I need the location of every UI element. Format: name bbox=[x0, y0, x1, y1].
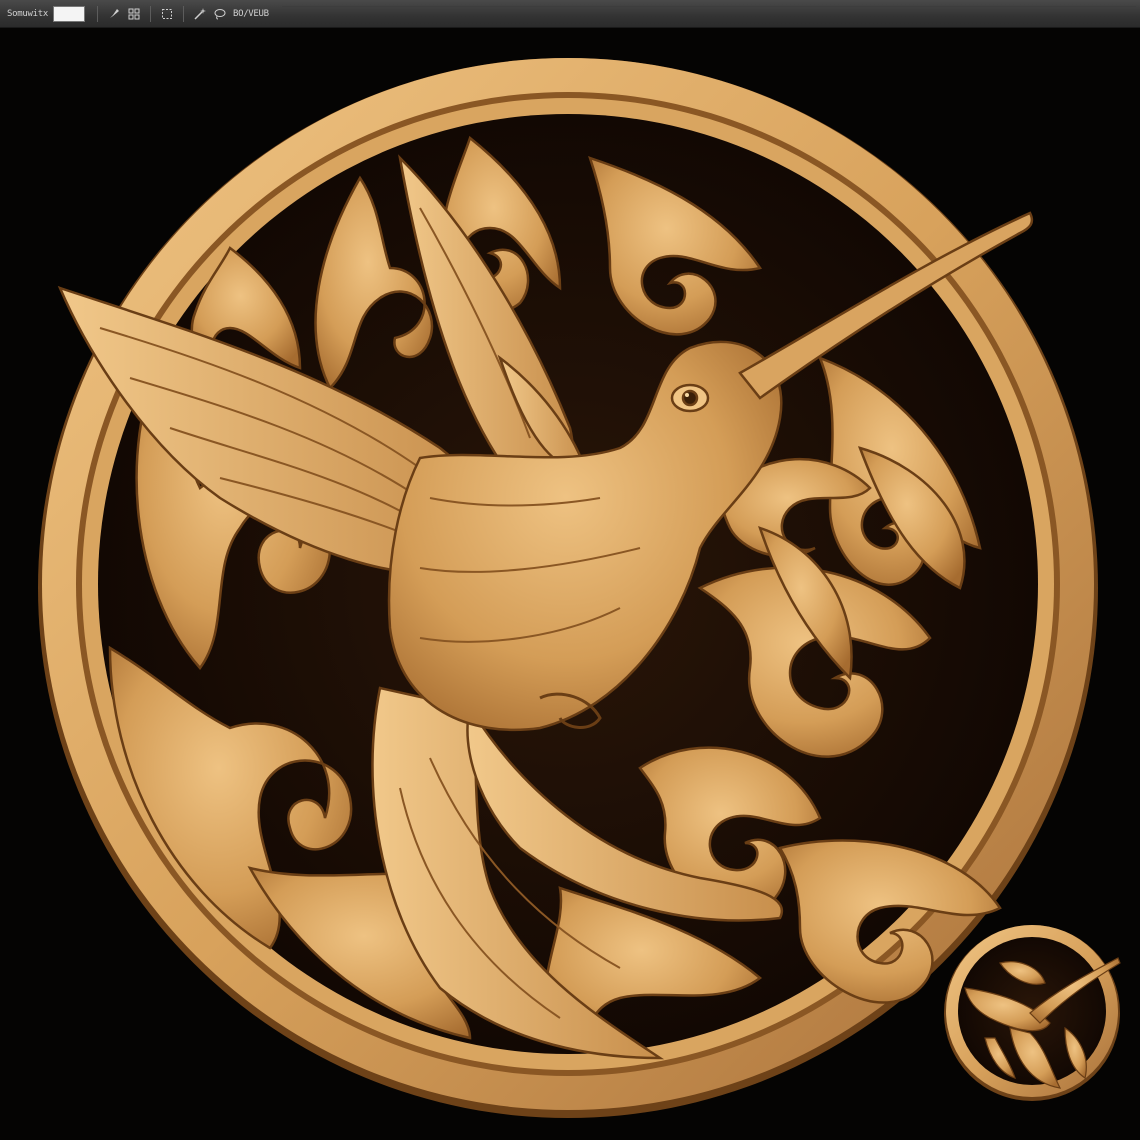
hummingbird-thumbnail[interactable] bbox=[944, 949, 1120, 1125]
toolbar-value-field[interactable] bbox=[52, 5, 85, 22]
toolbar-right-label: BO/VEUB bbox=[232, 8, 269, 19]
toolbar-separator bbox=[182, 5, 184, 22]
image-canvas[interactable] bbox=[0, 28, 1140, 1140]
toolbar-separator bbox=[96, 5, 98, 22]
toolbar-left-label: Somuwitx bbox=[7, 8, 48, 19]
toolbar-options-area bbox=[281, 6, 1136, 21]
selection-icon[interactable] bbox=[159, 6, 175, 22]
toolbar-left-group: Somuwitx BO/VEUB bbox=[4, 4, 272, 24]
lasso-icon[interactable] bbox=[212, 6, 228, 22]
hummingbird-relief bbox=[38, 58, 1121, 1118]
magic-wand-icon[interactable] bbox=[192, 6, 208, 22]
image-editor-window: Somuwitx BO/VEUB bbox=[0, 0, 1140, 1140]
brush-icon[interactable] bbox=[106, 6, 122, 22]
grid-icon[interactable] bbox=[126, 6, 142, 22]
toolbar-separator bbox=[149, 5, 151, 22]
top-toolbar: Somuwitx BO/VEUB bbox=[0, 0, 1140, 28]
